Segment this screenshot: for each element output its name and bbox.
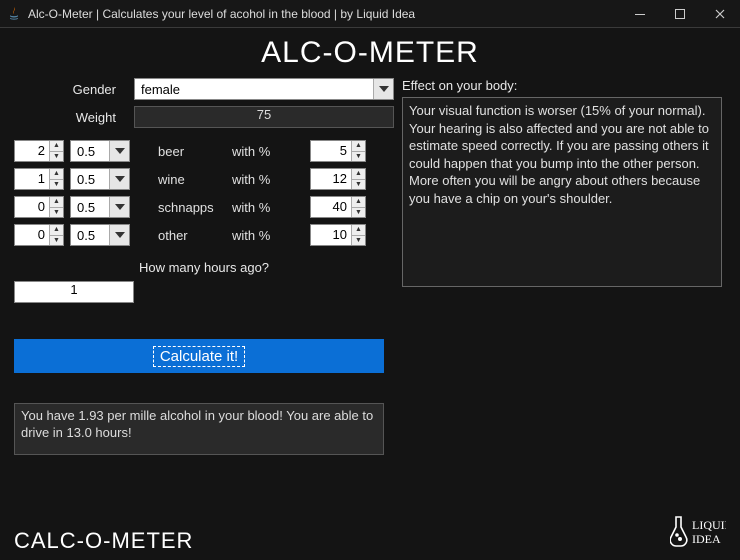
titlebar: Alc-O-Meter | Calculates your level of a… (0, 0, 740, 28)
calculate-button[interactable]: Calculate it! (14, 339, 384, 373)
drink-count-spinner[interactable]: 0▲▼ (14, 224, 64, 246)
drink-name: beer (136, 144, 226, 159)
drink-row: 0▲▼ 0.5 other with % 10▲▼ (14, 224, 394, 246)
gender-label: Gender (14, 82, 134, 97)
drink-name: other (136, 228, 226, 243)
chevron-down-icon (109, 141, 129, 161)
spinner-arrows[interactable]: ▲▼ (49, 141, 63, 161)
spinner-arrows[interactable]: ▲▼ (351, 197, 365, 217)
with-percent-label: with % (232, 172, 304, 187)
drink-name: wine (136, 172, 226, 187)
app-body: ALC-O-METER Gender female Weight 75 2▲▼ 0… (0, 28, 740, 560)
java-icon (6, 6, 22, 22)
svg-text:LIQUID: LIQUID (692, 518, 726, 532)
window-title: Alc-O-Meter | Calculates your level of a… (28, 7, 620, 21)
effect-text: Your visual function is worser (15% of y… (402, 97, 722, 287)
drink-row: 2▲▼ 0.5 beer with % 5▲▼ (14, 140, 394, 162)
chevron-down-icon (109, 169, 129, 189)
drink-size-select[interactable]: 0.5 (70, 224, 130, 246)
drink-count-spinner[interactable]: 2▲▼ (14, 140, 64, 162)
svg-text:IDEA: IDEA (692, 532, 721, 546)
drink-row: 0▲▼ 0.5 schnapps with % 40▲▼ (14, 196, 394, 218)
result-box: You have 1.93 per mille alcohol in your … (14, 403, 384, 455)
weight-label: Weight (14, 110, 134, 125)
hours-label: How many hours ago? (14, 260, 394, 275)
drink-size-select[interactable]: 0.5 (70, 196, 130, 218)
spinner-arrows[interactable]: ▲▼ (351, 141, 365, 161)
hours-input[interactable]: 1 (14, 281, 134, 303)
drink-percent-spinner[interactable]: 10▲▼ (310, 224, 366, 246)
spinner-arrows[interactable]: ▲▼ (351, 169, 365, 189)
chevron-down-icon (109, 197, 129, 217)
spinner-arrows[interactable]: ▲▼ (49, 225, 63, 245)
chevron-down-icon (373, 79, 393, 99)
minimize-button[interactable] (620, 0, 660, 28)
drink-row: 1▲▼ 0.5 wine with % 12▲▼ (14, 168, 394, 190)
close-button[interactable] (700, 0, 740, 28)
drink-count-spinner[interactable]: 0▲▼ (14, 196, 64, 218)
with-percent-label: with % (232, 144, 304, 159)
drink-percent-spinner[interactable]: 40▲▼ (310, 196, 366, 218)
drinks-list: 2▲▼ 0.5 beer with % 5▲▼ 1▲▼ 0.5 wine with % 12▲▼ 0… (14, 140, 394, 246)
spinner-arrows[interactable]: ▲▼ (351, 225, 365, 245)
drink-percent-spinner[interactable]: 5▲▼ (310, 140, 366, 162)
maximize-button[interactable] (660, 0, 700, 28)
chevron-down-icon (109, 225, 129, 245)
weight-input[interactable]: 75 (134, 106, 394, 128)
spinner-arrows[interactable]: ▲▼ (49, 197, 63, 217)
drink-size-select[interactable]: 0.5 (70, 168, 130, 190)
form-column: Gender female Weight 75 2▲▼ 0.5 beer with %… (14, 78, 394, 455)
effect-label: Effect on your body: (402, 78, 722, 93)
drink-size-select[interactable]: 0.5 (70, 140, 130, 162)
gender-value: female (135, 82, 373, 97)
gender-select[interactable]: female (134, 78, 394, 100)
footer-brand-right: LIQUID IDEA (670, 511, 726, 554)
spinner-arrows[interactable]: ▲▼ (49, 169, 63, 189)
drink-percent-spinner[interactable]: 12▲▼ (310, 168, 366, 190)
with-percent-label: with % (232, 200, 304, 215)
drink-name: schnapps (136, 200, 226, 215)
drink-count-spinner[interactable]: 1▲▼ (14, 168, 64, 190)
calculate-label: Calculate it! (153, 346, 245, 367)
with-percent-label: with % (232, 228, 304, 243)
app-heading: ALC-O-METER (14, 36, 726, 70)
effect-column: Effect on your body: Your visual functio… (402, 78, 722, 455)
footer-brand-left: CALC-O-METER (14, 528, 193, 554)
